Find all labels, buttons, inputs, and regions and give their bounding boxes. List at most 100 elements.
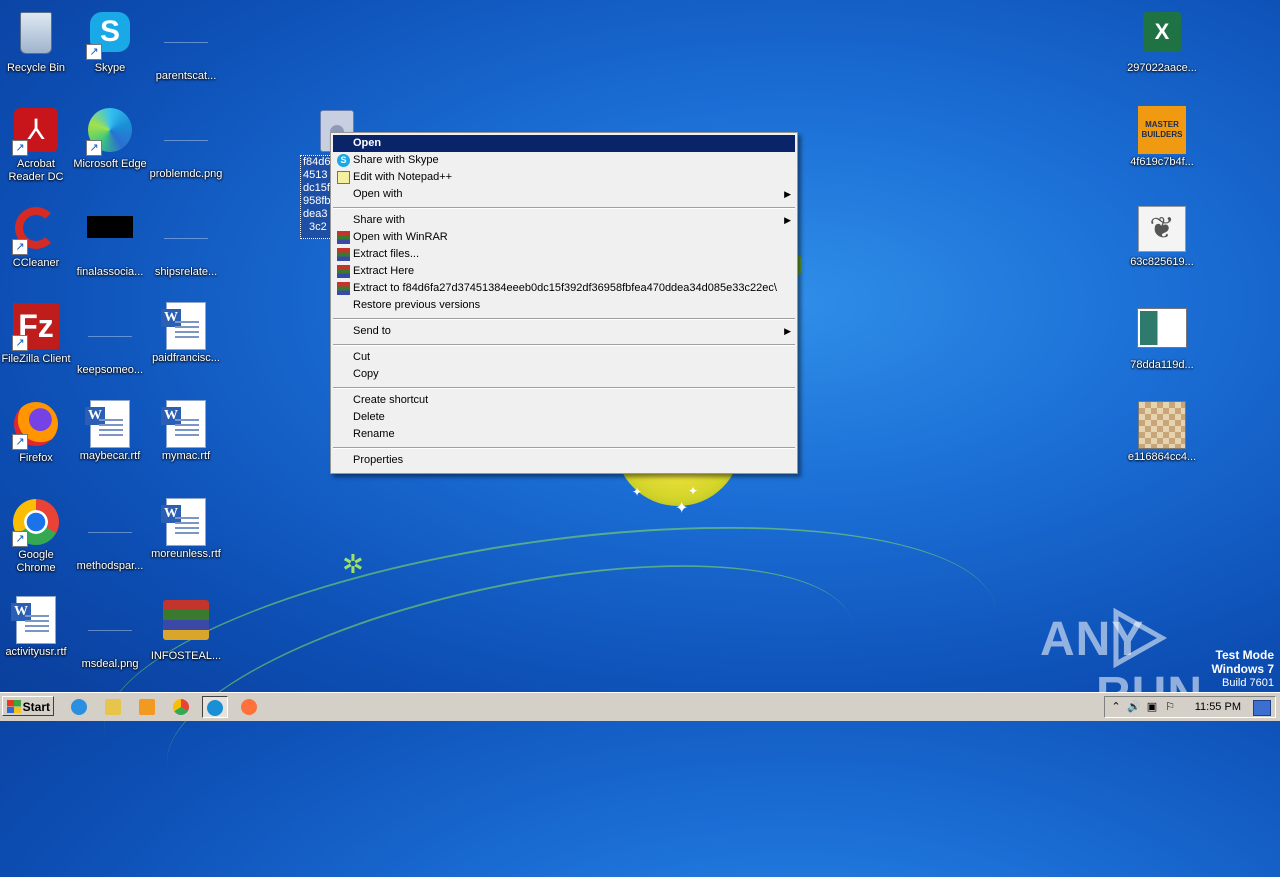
desktop-icon[interactable]: Wmymac.rtf xyxy=(148,400,224,463)
master-builders-text: MASTER BUILDERS xyxy=(1138,106,1186,154)
wallpaper-sparkle: ✦ xyxy=(675,498,689,517)
show-hidden-icons-icon[interactable]: ⌃ xyxy=(1109,700,1123,714)
menu-item[interactable]: Properties xyxy=(333,452,795,469)
desktop-icon-label: mymac.rtf xyxy=(161,450,211,462)
desktop-icon[interactable]: keepsomeo... xyxy=(72,302,148,377)
desktop-icon-label: maybecar.rtf xyxy=(79,450,141,462)
desktop-icon[interactable]: finalassocia... xyxy=(72,204,148,279)
menu-item[interactable]: Cut xyxy=(333,349,795,366)
menu-item-label: Send to xyxy=(353,325,391,337)
menu-item[interactable]: Delete xyxy=(333,409,795,426)
desktop-icon-label: Skype xyxy=(94,62,126,74)
desktop-icon-label: finalassocia... xyxy=(76,266,144,278)
menu-item[interactable]: Send to ▶ xyxy=(333,323,795,340)
menu-item[interactable]: Open with WinRAR xyxy=(333,229,795,246)
photo-file-icon xyxy=(1138,401,1186,449)
desktop-icon[interactable]: ↗ Google Chrome xyxy=(0,498,74,575)
blank-file-icon xyxy=(86,608,134,656)
taskbar-app-button[interactable] xyxy=(66,696,92,718)
shortcut-arrow-icon: ↗ xyxy=(86,44,102,60)
winrar-icon xyxy=(337,231,350,244)
desktop-icon[interactable]: ❦ 63c825619... xyxy=(1124,204,1200,269)
taskbar-app-button[interactable] xyxy=(134,696,160,718)
desktop-icon[interactable]: ↗ Microsoft Edge xyxy=(72,106,148,171)
menu-item[interactable]: Open with ▶ xyxy=(333,186,795,203)
word-doc-icon: W xyxy=(161,302,210,350)
taskbar-clock[interactable]: 11:55 PM xyxy=(1195,701,1241,713)
volume-icon[interactable]: 🔊 xyxy=(1127,700,1141,714)
menu-item[interactable]: Restore previous versions xyxy=(333,297,795,314)
test-mode-line: Windows 7 xyxy=(1211,662,1274,676)
start-button[interactable]: Start xyxy=(2,696,54,716)
show-desktop-icon[interactable] xyxy=(1253,700,1271,716)
desktop-icon[interactable]: Fz ↗ FileZilla Client xyxy=(0,302,74,366)
desktop-icon[interactable]: parentscat... xyxy=(148,8,224,83)
menu-item[interactable]: Copy xyxy=(333,366,795,383)
desktop-icon[interactable]: S ↗ Skype xyxy=(72,8,148,75)
desktop-icon-label: INFOSTEAL... xyxy=(150,650,222,662)
shortcut-arrow-icon: ↗ xyxy=(12,335,28,351)
menu-item[interactable]: S Share with Skype xyxy=(333,152,795,169)
taskbar-app-button[interactable] xyxy=(100,696,126,718)
network-icon[interactable]: ▣ xyxy=(1145,700,1159,714)
menu-item[interactable]: Create shortcut xyxy=(333,392,795,409)
desktop-icon[interactable]: 78dda119d... xyxy=(1124,302,1200,372)
edge-icon xyxy=(207,700,223,716)
menu-item[interactable]: Extract to f84d6fa27d37451384eeeb0dc15f3… xyxy=(333,280,795,297)
desktop-icon-label: keepsomeo... xyxy=(76,364,144,376)
desktop-icon-label: msdeal.png xyxy=(81,658,139,670)
menu-item[interactable]: Extract Here xyxy=(333,263,795,280)
menu-item-label: Restore previous versions xyxy=(353,299,481,311)
desktop-icon-label: methodspar... xyxy=(76,560,144,572)
blank-file-icon xyxy=(86,314,134,362)
test-mode-notice: Test Mode Windows 7 Build 7601 xyxy=(1211,648,1274,690)
desktop-icon[interactable]: Recycle Bin xyxy=(0,8,74,75)
action-center-flag-icon[interactable]: ⚐ xyxy=(1163,700,1177,714)
desktop-icon-label: parentscat... xyxy=(155,70,217,82)
desktop-icon[interactable]: Wmaybecar.rtf xyxy=(72,400,148,463)
skype-icon: S ↗ xyxy=(86,12,134,60)
desktop-icon[interactable]: Wmoreunless.rtf xyxy=(148,498,224,561)
menu-separator xyxy=(333,344,795,346)
desktop-icon[interactable]: MASTER BUILDERS 4f619c7b4f... xyxy=(1124,106,1200,169)
menu-item-label: Properties xyxy=(353,454,404,466)
recycle-bin-icon xyxy=(12,12,60,60)
desktop-icon-label: Acrobat Reader DC xyxy=(8,158,64,183)
menu-item[interactable]: Rename xyxy=(333,426,795,443)
menu-item-label: Rename xyxy=(353,428,395,440)
desktop-icon[interactable]: Wpaidfrancisc... xyxy=(148,302,224,365)
taskbar-app-button[interactable] xyxy=(168,696,194,718)
desktop-icon-label: Microsoft Edge xyxy=(73,158,147,170)
desktop-icon[interactable]: e116864cc4... xyxy=(1124,400,1200,464)
taskbar: Start ⌃ 🔊 ▣ ⚐ 11:55 PM xyxy=(0,692,1280,721)
desktop-icon[interactable]: shipsrelate... xyxy=(148,204,224,279)
desktop-icon[interactable]: INFOSTEAL... xyxy=(148,596,224,663)
desktop-icon[interactable]: msdeal.png xyxy=(72,596,148,671)
image-file-icon xyxy=(1138,309,1186,357)
desktop-icon[interactable]: ↗ Firefox xyxy=(0,400,74,465)
menu-item-label: Edit with Notepad++ xyxy=(353,171,453,183)
filezilla-icon: Fz ↗ xyxy=(12,303,60,351)
wallpaper-sparkle: ✦ xyxy=(688,484,699,498)
explorer-icon xyxy=(105,699,121,715)
desktop-icon-label: paidfrancisc... xyxy=(152,352,220,364)
desktop-icon-label: shipsrelate... xyxy=(154,266,218,278)
desktop-icon[interactable]: problemdc.png xyxy=(148,106,224,181)
desktop-icon[interactable]: ↗ CCleaner xyxy=(0,204,74,270)
acrobat-icon: ⅄ ↗ xyxy=(12,108,60,156)
menu-item[interactable]: Share with ▶ xyxy=(333,212,795,229)
desktop-icon[interactable]: methodspar... xyxy=(72,498,148,573)
menu-item[interactable]: Extract files... xyxy=(333,246,795,263)
menu-item[interactable]: Open xyxy=(333,135,795,152)
desktop-icon[interactable]: ⅄ ↗ Acrobat Reader DC xyxy=(0,106,74,184)
desktop-icon[interactable]: Wactivityusr.rtf xyxy=(0,596,74,659)
desktop-icon-label: CCleaner xyxy=(12,257,60,269)
taskbar-app-button[interactable] xyxy=(202,696,228,718)
menu-separator xyxy=(333,318,795,320)
menu-item[interactable]: Edit with Notepad++ xyxy=(333,169,795,186)
windows-flag-icon xyxy=(7,700,21,713)
desktop-icon-label: Recycle Bin xyxy=(6,62,66,74)
shortcut-arrow-icon: ↗ xyxy=(12,140,28,156)
desktop-icon[interactable]: X 297022aace... xyxy=(1124,8,1200,75)
taskbar-app-button[interactable] xyxy=(236,696,262,718)
